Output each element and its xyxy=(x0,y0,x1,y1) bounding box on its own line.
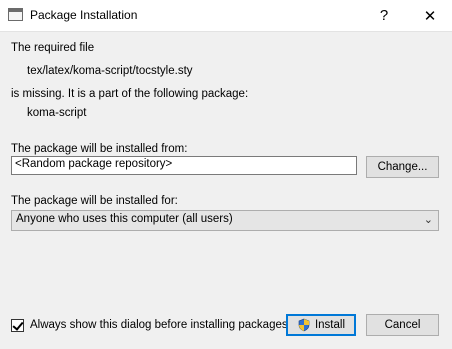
package-name: koma-script xyxy=(27,107,87,119)
install-for-selected: Anyone who uses this computer (all users… xyxy=(16,213,233,225)
close-button[interactable]: ✕ xyxy=(408,0,452,31)
chevron-down-icon: ⌄ xyxy=(423,214,433,226)
always-show-checkbox[interactable] xyxy=(11,319,24,332)
source-field[interactable]: <Random package repository> xyxy=(11,156,357,175)
install-label: Install xyxy=(314,319,346,331)
missing-file-path: tex/latex/koma-script/tocstyle.sty xyxy=(27,65,193,77)
always-show-label[interactable]: Always show this dialog before installin… xyxy=(30,319,288,331)
shield-icon xyxy=(298,318,310,332)
help-button[interactable]: ? xyxy=(362,0,406,31)
message-intro: The required file xyxy=(11,42,95,54)
title-bar: Package Installation ? ✕ xyxy=(0,0,452,31)
source-label: The package will be installed from: xyxy=(11,143,188,155)
window-icon xyxy=(8,8,23,21)
install-for-dropdown[interactable]: Anyone who uses this computer (all users… xyxy=(11,210,439,231)
cancel-button[interactable]: Cancel xyxy=(366,314,439,336)
message-missing: is missing. It is a part of the followin… xyxy=(11,88,249,100)
window-title: Package Installation xyxy=(30,8,138,22)
target-label: The package will be installed for: xyxy=(11,195,178,207)
change-button[interactable]: Change... xyxy=(366,156,439,178)
install-button[interactable]: Install xyxy=(286,314,356,336)
dialog-body: The required file tex/latex/koma-script/… xyxy=(0,31,452,349)
